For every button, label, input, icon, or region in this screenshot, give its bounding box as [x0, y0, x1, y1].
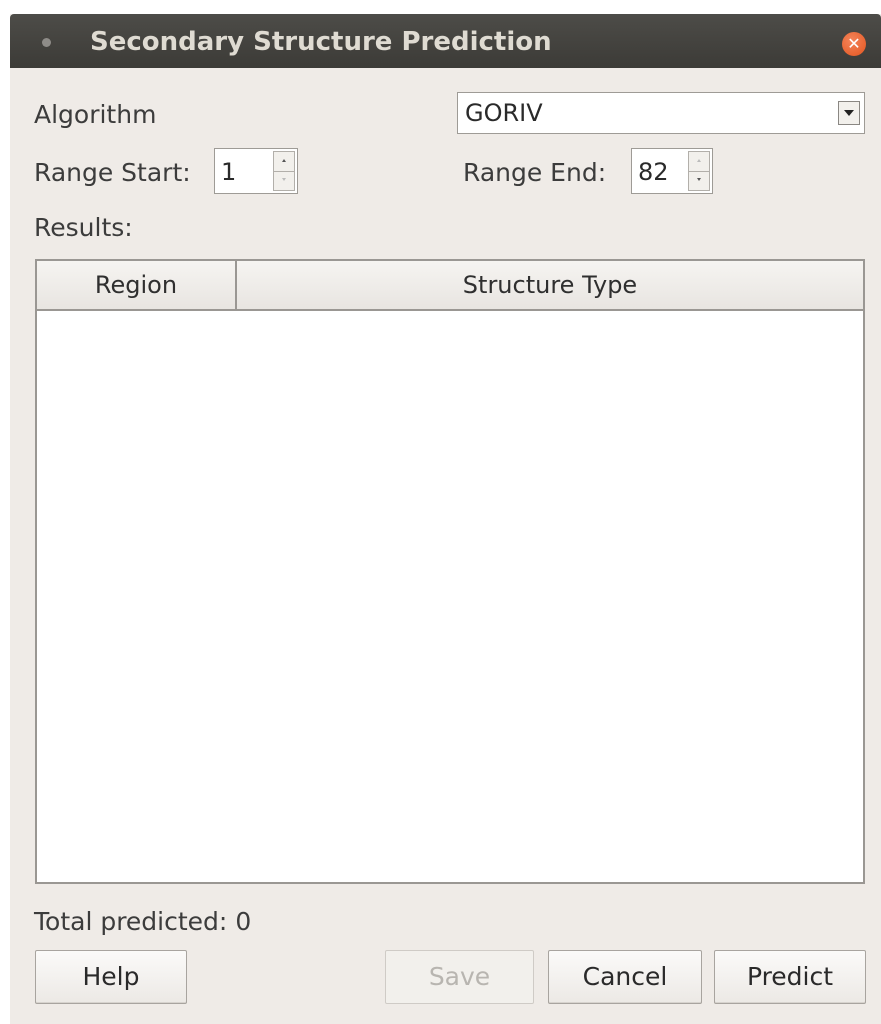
algorithm-label: Algorithm — [34, 100, 157, 129]
range-start-label: Range Start: — [34, 158, 191, 187]
range-end-value[interactable]: 82 — [638, 158, 669, 186]
algorithm-selected-value: GORIV — [465, 99, 543, 127]
algorithm-dropdown[interactable]: GORIV — [457, 92, 865, 134]
predict-button[interactable]: Predict — [714, 950, 866, 1004]
range-start-increment-icon[interactable] — [274, 152, 294, 172]
range-start-decrement-icon[interactable] — [274, 171, 294, 190]
range-start-spinner[interactable]: 1 — [214, 148, 298, 194]
help-button[interactable]: Help — [35, 950, 187, 1004]
range-end-spinner[interactable]: 82 — [631, 148, 713, 194]
total-predicted-label: Total predicted: 0 — [34, 907, 251, 936]
range-start-value[interactable]: 1 — [221, 158, 236, 186]
range-end-decrement-icon[interactable] — [689, 171, 709, 190]
cancel-button[interactable]: Cancel — [548, 950, 702, 1004]
column-header-region[interactable]: Region — [37, 261, 237, 309]
range-end-increment-icon[interactable] — [689, 152, 709, 172]
total-predicted-value: 0 — [235, 907, 252, 936]
title-bar[interactable]: Secondary Structure Prediction ✕ — [10, 14, 881, 68]
results-label: Results: — [34, 213, 133, 242]
chevron-down-icon[interactable] — [838, 101, 860, 125]
column-header-structure-type[interactable]: Structure Type — [237, 261, 863, 309]
save-button[interactable]: Save — [385, 950, 534, 1004]
close-icon[interactable]: ✕ — [842, 32, 866, 56]
range-end-stepper[interactable] — [688, 151, 710, 191]
range-start-stepper[interactable] — [273, 151, 295, 191]
window-title: Secondary Structure Prediction — [90, 27, 552, 57]
table-header: Region Structure Type — [37, 261, 863, 311]
total-predicted-text: Total predicted: — [34, 907, 228, 936]
dialog-window: Secondary Structure Prediction ✕ Algorit… — [10, 14, 881, 1024]
results-table[interactable]: Region Structure Type — [35, 259, 865, 884]
range-end-label: Range End: — [463, 158, 607, 187]
app-menu-icon[interactable] — [42, 38, 51, 47]
